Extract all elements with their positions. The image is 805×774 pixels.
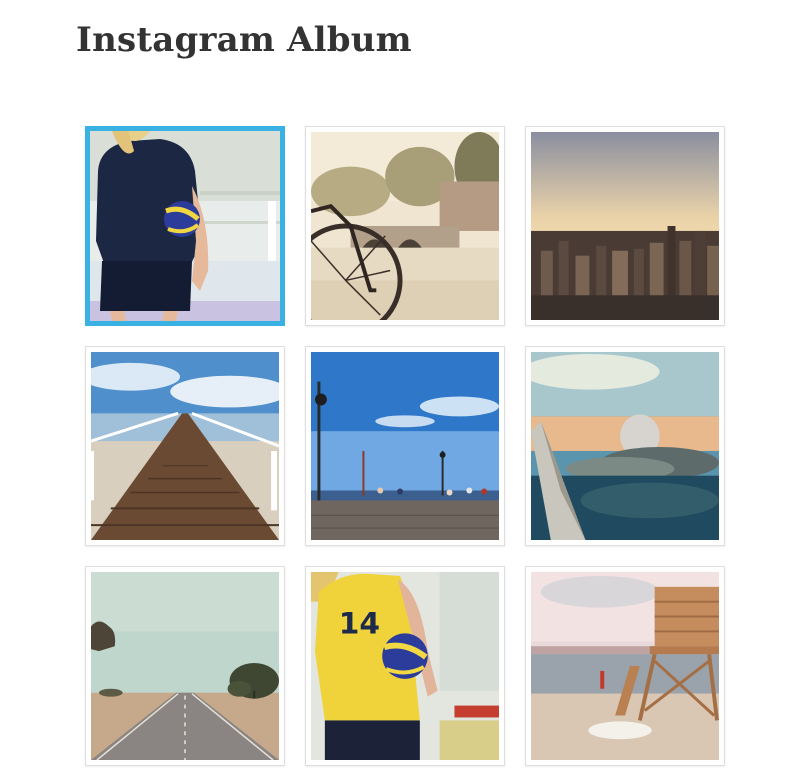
photo-airplane-wing-clouds — [531, 352, 719, 540]
photo-city-skyline-sunset — [531, 132, 719, 320]
photo-tile[interactable] — [525, 346, 725, 546]
photo-boardwalk-lamp-posts — [311, 352, 499, 540]
photo-tile[interactable] — [305, 126, 505, 326]
photo-tile[interactable] — [305, 346, 505, 546]
photo-tile[interactable] — [85, 346, 285, 546]
svg-text:14: 14 — [339, 605, 380, 640]
photo-tile[interactable] — [525, 566, 725, 766]
album-page: Instagram Album 14 — [0, 0, 805, 774]
photo-tile[interactable] — [85, 566, 285, 766]
photo-bicycle-canal-bridge — [311, 132, 499, 320]
photo-wooden-pier-ocean — [91, 352, 279, 540]
page-title: Instagram Album — [76, 20, 412, 60]
photo-lifeguard-tower-beach — [531, 572, 719, 760]
photo-desert-road — [91, 572, 279, 760]
photo-volleyball-player-yellow: 14 — [311, 572, 499, 760]
photo-tile[interactable]: 14 — [305, 566, 505, 766]
photo-grid: 14 — [85, 126, 725, 766]
photo-tile[interactable] — [85, 126, 285, 326]
photo-tile[interactable] — [525, 126, 725, 326]
photo-volleyball-player-navy — [90, 131, 280, 321]
